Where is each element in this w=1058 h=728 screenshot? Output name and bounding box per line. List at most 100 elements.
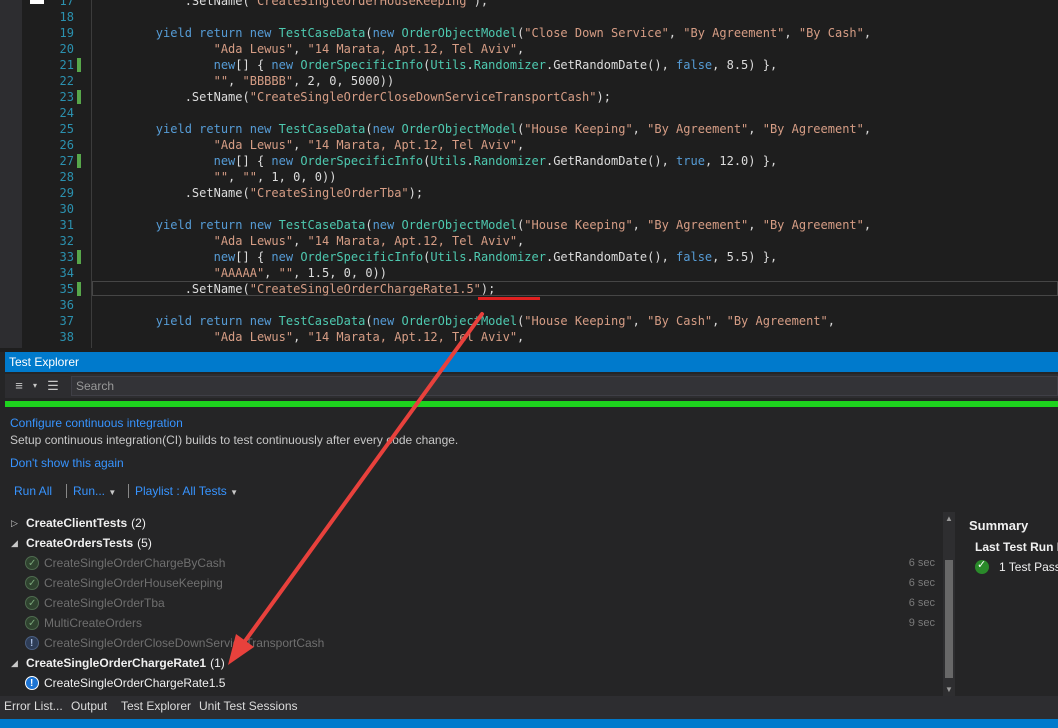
- run-button[interactable]: Run... ▼: [73, 484, 116, 498]
- test-row[interactable]: CreateSingleOrderChargeRate1.5: [5, 673, 941, 694]
- test-row[interactable]: CreateSingleOrderHouseKeeping 6 sec: [5, 573, 941, 594]
- code-token: false: [676, 58, 713, 72]
- panel-title: Test Explorer: [9, 355, 80, 369]
- bottom-tab-bar: Error List... Output Test Explorer Unit …: [0, 696, 1058, 719]
- code-token: yield return new: [98, 26, 279, 40]
- code-line[interactable]: 35 .SetName("CreateSingleOrderChargeRate…: [0, 281, 1058, 297]
- code-line[interactable]: 22 "", "BBBBB", 2, 0, 5000)): [0, 73, 1058, 89]
- code-line[interactable]: 32 "Ada Lewus", "14 Marata, Apt.12, Tel …: [0, 233, 1058, 249]
- code-line[interactable]: 21 new[] { new OrderSpecificInfo(Utils.R…: [0, 57, 1058, 73]
- code-line[interactable]: 34 "AAAAA", "", 1.5, 0, 0)): [0, 265, 1058, 281]
- code-token: ,: [517, 330, 525, 344]
- test-explorer-titlebar[interactable]: Test Explorer: [5, 352, 1058, 372]
- code-line[interactable]: 27 new[] { new OrderSpecificInfo(Utils.R…: [0, 153, 1058, 169]
- playlist-icon[interactable]: ☰: [45, 378, 61, 394]
- chevron-down-icon: ▼: [230, 488, 239, 497]
- collapse-icon[interactable]: ◢: [11, 653, 18, 673]
- dropdown-arrow-icon[interactable]: ▾: [27, 378, 43, 394]
- tab-test-explorer[interactable]: Test Explorer: [121, 699, 191, 713]
- code-token: ,: [228, 170, 243, 184]
- code-line[interactable]: 20 "Ada Lewus", "14 Marata, Apt.12, Tel …: [0, 41, 1058, 57]
- code-token: TestCaseData: [278, 122, 366, 136]
- line-number: 27: [59, 154, 74, 168]
- search-input[interactable]: [76, 378, 976, 394]
- test-group-row[interactable]: ▷ CreateClientTests (2): [5, 513, 941, 533]
- test-group-label: CreateClientTests: [26, 516, 128, 530]
- code-line[interactable]: 26 "Ada Lewus", "14 Marata, Apt.12, Tel …: [0, 137, 1058, 153]
- code-token: "": [242, 170, 257, 184]
- code-line[interactable]: 31 yield return new TestCaseData(new Ord…: [0, 217, 1058, 233]
- code-token: new: [271, 154, 301, 168]
- tab-unit-test-sessions[interactable]: Unit Test Sessions: [199, 699, 298, 713]
- code-text: new[] { new OrderSpecificInfo(Utils.Rand…: [98, 57, 778, 73]
- code-token: "Ada Lewus": [98, 330, 294, 344]
- test-row[interactable]: CreateSingleOrderTba 6 sec: [5, 593, 941, 614]
- test-row[interactable]: CreateSingleOrderChargeByCash 6 sec: [5, 553, 941, 574]
- scroll-down-icon[interactable]: ▼: [945, 685, 953, 694]
- playlist-dropdown[interactable]: Playlist : All Tests ▼: [135, 484, 238, 498]
- line-number: 17: [59, 0, 74, 8]
- code-token: ,: [712, 314, 727, 328]
- dont-show-link[interactable]: Don't show this again: [10, 456, 124, 470]
- code-token: [] {: [235, 154, 272, 168]
- code-text: "", "", 1, 0, 0)): [98, 169, 337, 185]
- code-token: [] {: [235, 250, 272, 264]
- code-token: (: [365, 314, 373, 328]
- code-text: .SetName("CreateSingleOrderHouseKeeping"…: [98, 0, 488, 9]
- code-token: "By Agreement": [726, 314, 828, 328]
- code-token: ,: [517, 42, 525, 56]
- code-token: , 1, 0, 0)): [256, 170, 337, 184]
- code-line[interactable]: 33 new[] { new OrderSpecificInfo(Utils.R…: [0, 249, 1058, 265]
- group-by-icon[interactable]: ≡: [11, 378, 27, 394]
- test-duration: 6 sec: [908, 557, 935, 569]
- code-token: "House Keeping": [524, 218, 633, 232]
- code-token: );: [408, 186, 424, 200]
- test-row[interactable]: CreateSingleOrderCloseDownServiceTranspo…: [5, 633, 941, 654]
- code-line[interactable]: 30: [0, 201, 1058, 217]
- collapse-icon[interactable]: ◢: [11, 533, 18, 553]
- code-token: new: [372, 26, 402, 40]
- vertical-scrollbar[interactable]: ▲ ▼: [943, 512, 955, 696]
- expand-icon[interactable]: ▷: [11, 513, 18, 533]
- code-token: ,: [517, 138, 525, 152]
- scrollbar-thumb[interactable]: [945, 560, 953, 678]
- code-line[interactable]: 25 yield return new TestCaseData(new Ord…: [0, 121, 1058, 137]
- tab-error-list[interactable]: Error List...: [4, 699, 63, 713]
- passed-count[interactable]: 1 Test Passe: [999, 560, 1058, 574]
- code-line[interactable]: 37 yield return new TestCaseData(new Ord…: [0, 313, 1058, 329]
- change-marker: [77, 250, 81, 264]
- test-name: CreateSingleOrderChargeRate1.5: [44, 676, 226, 690]
- code-token: Utils: [430, 58, 467, 72]
- test-group-row[interactable]: ◢ CreateOrdersTests (5): [5, 533, 941, 553]
- code-token: .GetRandomDate(),: [545, 154, 677, 168]
- passed-icon: [25, 554, 39, 574]
- code-line[interactable]: 29 .SetName("CreateSingleOrderTba");: [0, 185, 1058, 201]
- change-marker: [77, 282, 81, 296]
- test-group-row[interactable]: ◢ CreateSingleOrderChargeRate1 (1): [5, 653, 941, 673]
- test-tree[interactable]: ▷ CreateClientTests (2) ◢ CreateOrdersTests(…: [5, 512, 941, 696]
- code-line[interactable]: 17 .SetName("CreateSingleOrderHouseKeepi…: [0, 0, 1058, 9]
- configure-ci-link[interactable]: Configure continuous integration: [10, 416, 183, 430]
- code-line[interactable]: 28 "", "", 1, 0, 0)): [0, 169, 1058, 185]
- code-token: Utils: [430, 250, 467, 264]
- code-token: );: [473, 0, 489, 8]
- search-box[interactable]: [71, 376, 1058, 396]
- code-line[interactable]: 18: [0, 9, 1058, 25]
- code-line[interactable]: 24: [0, 105, 1058, 121]
- test-row[interactable]: MultiCreateOrders 9 sec: [5, 613, 941, 634]
- code-text: "Ada Lewus", "14 Marata, Apt.12, Tel Avi…: [98, 137, 525, 153]
- test-group-name: CreateClientTests (2): [26, 513, 146, 533]
- line-number: 35: [59, 282, 74, 296]
- code-line[interactable]: 23 .SetName("CreateSingleOrderCloseDownS…: [0, 89, 1058, 105]
- code-token: "House Keeping": [524, 122, 633, 136]
- code-token: , 5.5) },: [712, 250, 778, 264]
- run-all-button[interactable]: Run All: [14, 484, 52, 498]
- code-token: "CreateSingleOrderChargeRate1.5": [249, 282, 481, 296]
- tab-output[interactable]: Output: [71, 699, 107, 713]
- code-token: yield return new: [98, 122, 279, 136]
- code-token: ,: [748, 122, 763, 136]
- code-editor[interactable]: 17 .SetName("CreateSingleOrderHouseKeepi…: [0, 0, 1058, 348]
- code-line[interactable]: 38 "Ada Lewus", "14 Marata, Apt.12, Tel …: [0, 329, 1058, 345]
- scroll-up-icon[interactable]: ▲: [945, 514, 953, 523]
- code-line[interactable]: 19 yield return new TestCaseData(new Ord…: [0, 25, 1058, 41]
